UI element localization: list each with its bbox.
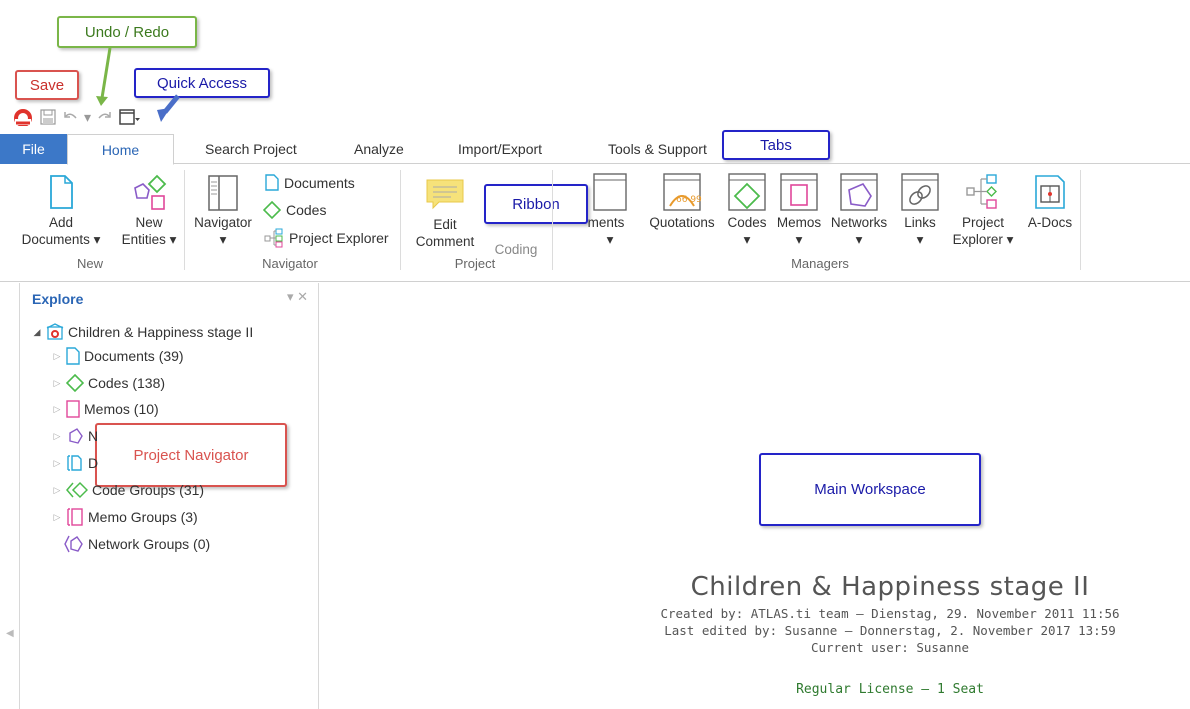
network-group-icon (64, 535, 83, 553)
a-docs-button[interactable]: A-Docs (1020, 172, 1080, 231)
project-icon (46, 323, 64, 340)
quick-access-toolbar: ▾ (12, 106, 141, 128)
links-manager-icon (901, 173, 939, 211)
license-info: Regular License – 1 Seat (796, 682, 984, 697)
code-icon (263, 201, 281, 219)
ribbon-separator (552, 170, 553, 270)
group-label-new: New (76, 256, 103, 271)
tree-item-code-groups[interactable]: ▷ Code Groups (31) (52, 479, 204, 501)
tab-home[interactable]: Home (67, 134, 174, 165)
redo-icon[interactable] (97, 110, 113, 124)
tree-root-project[interactable]: ◢ Children & Happiness stage II (32, 321, 253, 343)
ribbon-tabs: File Home Search Project Analyze Import/… (0, 134, 1190, 165)
quotations-manager-icon: 66 99 (663, 173, 702, 211)
tab-analyze[interactable]: Analyze (354, 134, 404, 164)
ribbon: Add Documents ▾ New Entities ▾ New Navig… (0, 164, 1190, 282)
expand-triangle-icon[interactable]: ▷ (52, 512, 62, 523)
new-entities-button[interactable]: New Entities ▾ (114, 174, 184, 248)
memo-group-icon (67, 508, 83, 526)
expand-triangle-icon[interactable]: ▷ (52, 378, 62, 389)
created-by: Created by: ATLAS.ti team – Dienstag, 29… (660, 606, 1120, 621)
codes-manager-button[interactable]: Codes ▾ (724, 172, 770, 248)
add-documents-button[interactable]: Add Documents ▾ (14, 174, 108, 248)
ribbon-separator (184, 170, 185, 270)
undo-dropdown-icon[interactable]: ▾ (84, 109, 91, 126)
networks-manager-button[interactable]: Networks ▾ (824, 172, 894, 248)
navigator-icon (208, 175, 238, 211)
project-explorer-icon (966, 174, 997, 209)
document-icon (66, 347, 80, 365)
document-icon (265, 174, 279, 191)
memos-manager-icon (780, 173, 818, 211)
code-group-icon (66, 481, 88, 499)
svg-text:66 99: 66 99 (676, 195, 702, 205)
collapse-panel-icon[interactable]: ◀ (6, 628, 14, 639)
group-label-managers: Managers (791, 256, 849, 271)
last-edited-by: Last edited by: Susanne – Donnerstag, 2.… (664, 623, 1116, 638)
project-title: Children & Happiness stage II (690, 572, 1090, 602)
main-workspace-callout: Main Workspace (759, 453, 981, 526)
tree-item-documents[interactable]: ▷ Documents (39) (52, 345, 184, 367)
project-navigator-panel: Explore ▾ ✕ ◢ Children & Happiness stage… (19, 283, 319, 709)
tab-file[interactable]: File (0, 134, 67, 164)
network-icon (69, 428, 83, 444)
navigator-button[interactable]: Navigator ▾ (188, 174, 258, 248)
tree-item-codes[interactable]: ▷ Codes (138) (52, 372, 165, 394)
customize-quick-access-icon[interactable] (119, 108, 141, 126)
tree-item-memos[interactable]: ▷ Memos (10) (52, 398, 159, 420)
save-callout: Save (15, 70, 79, 100)
tab-import-export[interactable]: Import/Export (458, 134, 542, 164)
tab-tools-support[interactable]: Tools & Support (608, 134, 707, 164)
tree-item-document-groups[interactable]: ▷ D (52, 452, 99, 474)
documents-manager-button[interactable]: ments ▾ (580, 172, 640, 248)
navigator-project-explorer[interactable]: Project Explorer (264, 228, 389, 248)
expand-triangle-icon[interactable]: ▷ (52, 431, 62, 442)
memo-icon (66, 400, 80, 418)
atlas-logo-icon (14, 109, 32, 126)
memos-manager-button[interactable]: Memos ▾ (774, 172, 824, 248)
tree-item-network-groups[interactable]: Network Groups (0) (64, 533, 210, 555)
undo-redo-callout: Undo / Redo (57, 16, 197, 48)
tree-item-memo-groups[interactable]: ▷ Memo Groups (3) (52, 506, 198, 528)
navigator-codes[interactable]: Codes (263, 201, 326, 219)
document-group-icon (67, 455, 82, 471)
expand-triangle-icon[interactable]: ▷ (52, 485, 62, 496)
collapse-triangle-icon[interactable]: ◢ (32, 327, 42, 338)
expand-triangle-icon[interactable]: ▷ (52, 404, 62, 415)
explore-title: Explore (32, 291, 84, 307)
codes-manager-icon (728, 173, 766, 211)
tree-item-networks[interactable]: ▷ N (52, 425, 99, 447)
documents-manager-icon (593, 173, 627, 211)
undo-icon[interactable] (62, 110, 78, 124)
quick-access-callout: Quick Access (134, 68, 270, 98)
links-manager-button[interactable]: Links ▾ (898, 172, 942, 248)
save-icon[interactable] (40, 109, 56, 125)
ribbon-separator (400, 170, 401, 270)
expand-triangle-icon[interactable]: ▷ (52, 351, 62, 362)
expand-triangle-icon[interactable]: ▷ (52, 458, 62, 469)
tab-search-project[interactable]: Search Project (205, 134, 297, 164)
comment-icon (426, 179, 464, 210)
navigator-documents[interactable]: Documents (265, 174, 355, 191)
project-explorer-manager-button[interactable]: Project Explorer ▾ (948, 172, 1018, 248)
document-icon (50, 175, 73, 209)
edit-comment-button[interactable]: Edit Comment (410, 174, 480, 250)
group-label-project: Project (454, 256, 496, 271)
coding-button[interactable]: Coding (486, 224, 546, 258)
current-user: Current user: Susanne (810, 640, 970, 655)
code-icon (66, 374, 84, 392)
ribbon-separator (1080, 170, 1081, 270)
networks-manager-icon (840, 173, 878, 211)
new-entities-icon (134, 174, 167, 210)
a-docs-icon (1035, 175, 1065, 209)
panel-controls[interactable]: ▾ ✕ (287, 289, 308, 305)
project-explorer-icon (264, 228, 283, 248)
group-label-navigator: Navigator (262, 256, 318, 271)
quotations-manager-button[interactable]: 66 99 Quotations (644, 172, 720, 231)
